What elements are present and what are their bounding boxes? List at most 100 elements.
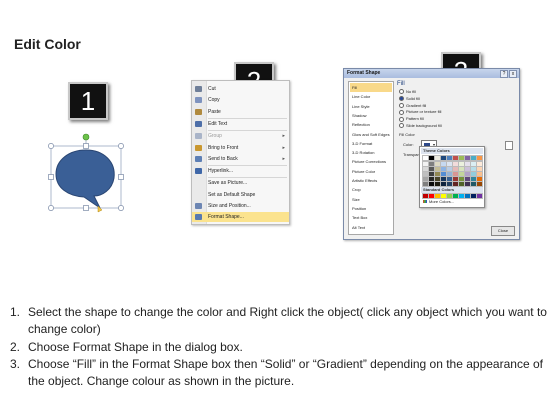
standard-color-swatch[interactable] (476, 193, 483, 199)
theme-shade-swatch[interactable] (464, 166, 471, 172)
category-picture-color[interactable]: Picture Color (350, 167, 392, 176)
menu-item-size-and-position[interactable]: Size and Position... (192, 201, 289, 211)
theme-color-swatch[interactable] (440, 155, 447, 161)
standard-color-swatch[interactable] (470, 193, 477, 199)
resize-handle-bottom-right[interactable] (118, 205, 124, 211)
standard-color-swatch[interactable] (452, 193, 459, 199)
theme-shade-swatch[interactable] (470, 181, 477, 187)
category-fill[interactable]: Fill (350, 83, 392, 92)
speech-bubble-shape[interactable] (55, 149, 115, 209)
theme-shade-swatch[interactable] (422, 181, 429, 187)
menu-item-save-as-picture[interactable]: Save as Picture... (192, 178, 289, 188)
menu-item-set-as-default-shape[interactable]: Set as Default Shape (192, 190, 289, 200)
theme-shade-swatch[interactable] (476, 161, 483, 167)
theme-shade-swatch[interactable] (422, 161, 429, 167)
category-line-style[interactable]: Line Style (350, 102, 392, 111)
theme-shade-swatch[interactable] (458, 161, 465, 167)
theme-shade-swatch[interactable] (434, 181, 441, 187)
category-artistic-effects[interactable]: Artistic Effects (350, 176, 392, 185)
theme-shade-swatch[interactable] (428, 161, 435, 167)
theme-shade-swatch[interactable] (446, 176, 453, 182)
theme-color-swatch[interactable] (452, 155, 459, 161)
menu-item-copy[interactable]: Copy (192, 95, 289, 105)
standard-color-swatch[interactable] (434, 193, 441, 199)
theme-shade-swatch[interactable] (446, 166, 453, 172)
theme-shade-swatch[interactable] (452, 161, 459, 167)
theme-color-swatch[interactable] (434, 155, 441, 161)
theme-shade-swatch[interactable] (446, 161, 453, 167)
fill-option-solid-fill[interactable]: Solid fill (399, 96, 420, 102)
theme-shade-swatch[interactable] (476, 181, 483, 187)
theme-shade-swatch[interactable] (434, 176, 441, 182)
theme-shade-swatch[interactable] (470, 176, 477, 182)
theme-shade-swatch[interactable] (440, 166, 447, 172)
theme-shade-swatch[interactable] (452, 176, 459, 182)
theme-color-swatch[interactable] (470, 155, 477, 161)
theme-shade-swatch[interactable] (452, 181, 459, 187)
theme-shade-swatch[interactable] (470, 171, 477, 177)
theme-shade-swatch[interactable] (440, 176, 447, 182)
close-icon[interactable]: x (509, 70, 517, 78)
theme-shade-swatch[interactable] (440, 171, 447, 177)
theme-shade-swatch[interactable] (428, 171, 435, 177)
theme-color-swatch[interactable] (446, 155, 453, 161)
theme-shade-swatch[interactable] (428, 176, 435, 182)
theme-shade-swatch[interactable] (458, 171, 465, 177)
radio-button[interactable] (399, 103, 404, 109)
category-picture-corrections[interactable]: Picture Corrections (350, 157, 392, 166)
standard-color-swatch[interactable] (458, 193, 465, 199)
category-crop[interactable]: Crop (350, 185, 392, 194)
theme-shade-swatch[interactable] (434, 161, 441, 167)
transparency-spin[interactable] (505, 141, 513, 150)
category-text-box[interactable]: Text Box (350, 213, 392, 222)
fill-option-picture-or-texture-fill[interactable]: Picture or texture fill (399, 109, 441, 115)
theme-shade-swatch[interactable] (434, 171, 441, 177)
theme-color-swatch[interactable] (422, 155, 429, 161)
help-icon[interactable]: ? (500, 70, 508, 78)
category-shadow[interactable]: Shadow (350, 111, 392, 120)
theme-shade-swatch[interactable] (446, 171, 453, 177)
theme-shade-swatch[interactable] (422, 176, 429, 182)
theme-shade-swatch[interactable] (458, 166, 465, 172)
menu-item-paste[interactable]: Paste (192, 107, 289, 117)
menu-item-send-to-back[interactable]: Send to Back ▸ (192, 154, 289, 164)
standard-color-swatch[interactable] (440, 193, 447, 199)
resize-handle-top[interactable] (83, 143, 89, 149)
radio-button[interactable] (399, 109, 404, 115)
resize-handle-bottom[interactable] (83, 205, 89, 211)
theme-shade-swatch[interactable] (422, 171, 429, 177)
category-size[interactable]: Size (350, 195, 392, 204)
theme-color-swatch[interactable] (428, 155, 435, 161)
theme-shade-swatch[interactable] (476, 176, 483, 182)
category-reflection[interactable]: Reflection (350, 120, 392, 129)
category-line-color[interactable]: Line Color (350, 92, 392, 101)
theme-shade-swatch[interactable] (464, 171, 471, 177)
category-glow-and-soft-edges[interactable]: Glow and Soft Edges (350, 130, 392, 139)
standard-color-swatch[interactable] (428, 193, 435, 199)
menu-item-edit-text[interactable]: Edit Text (192, 119, 289, 129)
radio-button[interactable] (399, 96, 404, 102)
theme-shade-swatch[interactable] (440, 161, 447, 167)
fill-option-no-fill[interactable]: No fill (399, 89, 416, 95)
theme-shade-swatch[interactable] (428, 181, 435, 187)
theme-shade-swatch[interactable] (470, 166, 477, 172)
resize-handle-bottom-left[interactable] (48, 205, 54, 211)
resize-handle-right[interactable] (118, 174, 124, 180)
fill-option-gradient-fill[interactable]: Gradient fill (399, 103, 426, 109)
category-3-d-rotation[interactable]: 3-D Rotation (350, 148, 392, 157)
theme-shade-swatch[interactable] (476, 171, 483, 177)
theme-shade-swatch[interactable] (422, 166, 429, 172)
theme-shade-swatch[interactable] (428, 166, 435, 172)
theme-color-swatch[interactable] (476, 155, 483, 161)
theme-shade-swatch[interactable] (452, 166, 459, 172)
radio-button[interactable] (399, 89, 404, 95)
standard-color-swatch[interactable] (422, 193, 429, 199)
category-position[interactable]: Position (350, 204, 392, 213)
theme-shade-swatch[interactable] (452, 171, 459, 177)
theme-shade-swatch[interactable] (476, 166, 483, 172)
theme-shade-swatch[interactable] (446, 181, 453, 187)
theme-shade-swatch[interactable] (458, 176, 465, 182)
menu-item-bring-to-front[interactable]: Bring to Front ▸ (192, 143, 289, 153)
theme-shade-swatch[interactable] (464, 161, 471, 167)
theme-shade-swatch[interactable] (440, 181, 447, 187)
